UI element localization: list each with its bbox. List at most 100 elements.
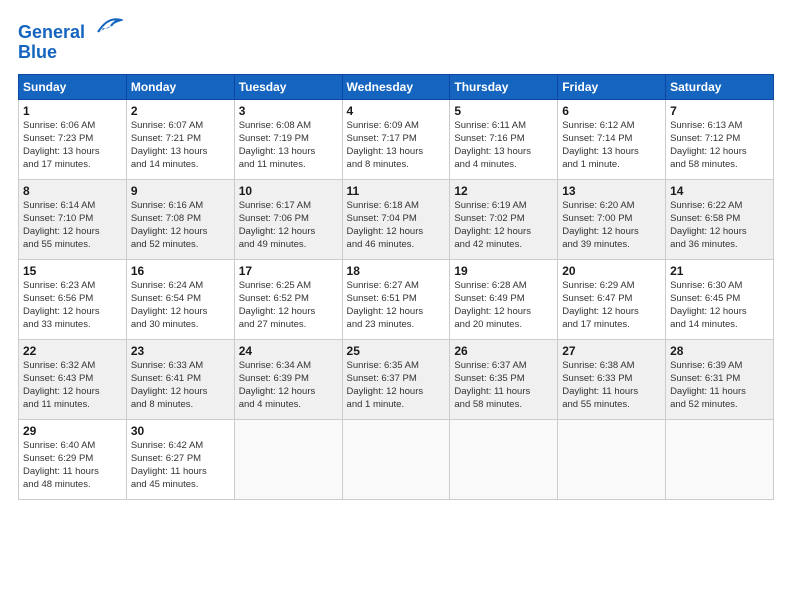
- day-cell-29: 29 Sunrise: 6:40 AM Sunset: 6:29 PM Dayli…: [19, 420, 127, 500]
- day-info-16: Sunrise: 6:24 AM Sunset: 6:54 PM Dayligh…: [131, 280, 230, 331]
- day-info-14: Sunrise: 6:22 AM Sunset: 6:58 PM Dayligh…: [670, 200, 769, 251]
- day-cell-13: 13 Sunrise: 6:20 AM Sunset: 7:00 PM Dayli…: [558, 180, 666, 260]
- day-cell-21: 21 Sunrise: 6:30 AM Sunset: 6:45 PM Dayli…: [666, 260, 774, 340]
- empty-cell: [234, 420, 342, 500]
- col-monday: Monday: [126, 75, 234, 100]
- logo-general: General: [18, 22, 85, 42]
- day-cell-27: 27 Sunrise: 6:38 AM Sunset: 6:33 PM Dayli…: [558, 340, 666, 420]
- day-info-4: Sunrise: 6:09 AM Sunset: 7:17 PM Dayligh…: [347, 120, 446, 171]
- day-number-25: 25: [347, 344, 446, 358]
- week-row-5: 29 Sunrise: 6:40 AM Sunset: 6:29 PM Dayli…: [19, 420, 774, 500]
- day-info-28: Sunrise: 6:39 AM Sunset: 6:31 PM Dayligh…: [670, 360, 769, 411]
- col-saturday: Saturday: [666, 75, 774, 100]
- day-cell-2: 2 Sunrise: 6:07 AM Sunset: 7:21 PM Daylig…: [126, 100, 234, 180]
- col-friday: Friday: [558, 75, 666, 100]
- day-number-29: 29: [23, 424, 122, 438]
- day-cell-15: 15 Sunrise: 6:23 AM Sunset: 6:56 PM Dayli…: [19, 260, 127, 340]
- day-cell-14: 14Sunrise: 6:22 AM Sunset: 6:58 PM Dayli…: [666, 180, 774, 260]
- day-number-16: 16: [131, 264, 230, 278]
- day-cell-19: 19 Sunrise: 6:28 AM Sunset: 6:49 PM Dayli…: [450, 260, 558, 340]
- week-row-2: 8 Sunrise: 6:14 AM Sunset: 7:10 PM Daylig…: [19, 180, 774, 260]
- day-number-21: 21: [670, 264, 769, 278]
- day-number-19: 19: [454, 264, 553, 278]
- day-number-9: 9: [131, 184, 230, 198]
- day-number-13: 13: [562, 184, 661, 198]
- day-number-20: 20: [562, 264, 661, 278]
- day-cell-1: 1 Sunrise: 6:06 AM Sunset: 7:23 PM Daylig…: [19, 100, 127, 180]
- day-cell-11: 11 Sunrise: 6:18 AM Sunset: 7:04 PM Dayli…: [342, 180, 450, 260]
- day-cell-24: 24Sunrise: 6:34 AM Sunset: 6:39 PM Dayli…: [234, 340, 342, 420]
- day-cell-22: 22 Sunrise: 6:32 AM Sunset: 6:43 PM Dayli…: [19, 340, 127, 420]
- day-info-2: Sunrise: 6:07 AM Sunset: 7:21 PM Dayligh…: [131, 120, 230, 171]
- day-number-27: 27: [562, 344, 661, 358]
- day-info-20: Sunrise: 6:29 AM Sunset: 6:47 PM Dayligh…: [562, 280, 661, 331]
- day-info-21: Sunrise: 6:30 AM Sunset: 6:45 PM Dayligh…: [670, 280, 769, 331]
- day-info-5: Sunrise: 6:11 AM Sunset: 7:16 PM Dayligh…: [454, 120, 553, 171]
- day-number-4: 4: [347, 104, 446, 118]
- day-number-11: 11: [347, 184, 446, 198]
- day-info-17: Sunrise: 6:25 AM Sunset: 6:52 PM Dayligh…: [239, 280, 338, 331]
- day-info-6: Sunrise: 6:12 AM Sunset: 7:14 PM Dayligh…: [562, 120, 661, 171]
- day-info-23: Sunrise: 6:33 AM Sunset: 6:41 PM Dayligh…: [131, 360, 230, 411]
- day-cell-30: 30 Sunrise: 6:42 AM Sunset: 6:27 PM Dayli…: [126, 420, 234, 500]
- day-cell-26: 26 Sunrise: 6:37 AM Sunset: 6:35 PM Dayli…: [450, 340, 558, 420]
- day-number-12: 12: [454, 184, 553, 198]
- day-number-1: 1: [23, 104, 122, 118]
- day-number-2: 2: [131, 104, 230, 118]
- day-number-7: 7: [670, 104, 769, 118]
- day-info-10: Sunrise: 6:17 AM Sunset: 7:06 PM Dayligh…: [239, 200, 338, 251]
- day-info-11: Sunrise: 6:18 AM Sunset: 7:04 PM Dayligh…: [347, 200, 446, 251]
- calendar-table: Sunday Monday Tuesday Wednesday Thursday…: [18, 74, 774, 500]
- day-number-30: 30: [131, 424, 230, 438]
- day-cell-4: 4 Sunrise: 6:09 AM Sunset: 7:17 PM Daylig…: [342, 100, 450, 180]
- day-number-3: 3: [239, 104, 338, 118]
- empty-cell: [558, 420, 666, 500]
- day-info-29: Sunrise: 6:40 AM Sunset: 6:29 PM Dayligh…: [23, 440, 122, 491]
- logo-bird-icon: [93, 14, 123, 38]
- day-number-26: 26: [454, 344, 553, 358]
- day-info-3: Sunrise: 6:08 AM Sunset: 7:19 PM Dayligh…: [239, 120, 338, 171]
- header: General Blue: [18, 18, 774, 62]
- col-sunday: Sunday: [19, 75, 127, 100]
- day-info-15: Sunrise: 6:23 AM Sunset: 6:56 PM Dayligh…: [23, 280, 122, 331]
- day-info-30: Sunrise: 6:42 AM Sunset: 6:27 PM Dayligh…: [131, 440, 230, 491]
- week-row-4: 22 Sunrise: 6:32 AM Sunset: 6:43 PM Dayli…: [19, 340, 774, 420]
- day-cell-17: 17 Sunrise: 6:25 AM Sunset: 6:52 PM Dayli…: [234, 260, 342, 340]
- day-number-17: 17: [239, 264, 338, 278]
- day-number-23: 23: [131, 344, 230, 358]
- day-cell-25: 25 Sunrise: 6:35 AM Sunset: 6:37 PM Dayli…: [342, 340, 450, 420]
- day-cell-23: 23 Sunrise: 6:33 AM Sunset: 6:41 PM Dayli…: [126, 340, 234, 420]
- col-tuesday: Tuesday: [234, 75, 342, 100]
- day-info-8: Sunrise: 6:14 AM Sunset: 7:10 PM Dayligh…: [23, 200, 122, 251]
- day-number-22: 22: [23, 344, 122, 358]
- day-info-22: Sunrise: 6:32 AM Sunset: 6:43 PM Dayligh…: [23, 360, 122, 411]
- day-cell-16: 16 Sunrise: 6:24 AM Sunset: 6:54 PM Dayli…: [126, 260, 234, 340]
- day-cell-20: 20 Sunrise: 6:29 AM Sunset: 6:47 PM Dayli…: [558, 260, 666, 340]
- empty-cell: [342, 420, 450, 500]
- empty-cell: [666, 420, 774, 500]
- day-info-27: Sunrise: 6:38 AM Sunset: 6:33 PM Dayligh…: [562, 360, 661, 411]
- day-info-12: Sunrise: 6:19 AM Sunset: 7:02 PM Dayligh…: [454, 200, 553, 251]
- week-row-1: 1 Sunrise: 6:06 AM Sunset: 7:23 PM Daylig…: [19, 100, 774, 180]
- day-number-8: 8: [23, 184, 122, 198]
- day-info-26: Sunrise: 6:37 AM Sunset: 6:35 PM Dayligh…: [454, 360, 553, 411]
- day-info-19: Sunrise: 6:28 AM Sunset: 6:49 PM Dayligh…: [454, 280, 553, 331]
- day-info-9: Sunrise: 6:16 AM Sunset: 7:08 PM Dayligh…: [131, 200, 230, 251]
- day-cell-7: 7Sunrise: 6:13 AM Sunset: 7:12 PM Daylig…: [666, 100, 774, 180]
- day-info-1: Sunrise: 6:06 AM Sunset: 7:23 PM Dayligh…: [23, 120, 122, 171]
- day-cell-3: 3 Sunrise: 6:08 AM Sunset: 7:19 PM Daylig…: [234, 100, 342, 180]
- day-info-24: Sunrise: 6:34 AM Sunset: 6:39 PM Dayligh…: [239, 360, 338, 411]
- day-number-28: 28: [670, 344, 769, 358]
- day-cell-12: 12 Sunrise: 6:19 AM Sunset: 7:02 PM Dayli…: [450, 180, 558, 260]
- day-number-18: 18: [347, 264, 446, 278]
- calendar-header-row: Sunday Monday Tuesday Wednesday Thursday…: [19, 75, 774, 100]
- day-cell-10: 10Sunrise: 6:17 AM Sunset: 7:06 PM Dayli…: [234, 180, 342, 260]
- day-cell-8: 8 Sunrise: 6:14 AM Sunset: 7:10 PM Daylig…: [19, 180, 127, 260]
- day-cell-9: 9 Sunrise: 6:16 AM Sunset: 7:08 PM Daylig…: [126, 180, 234, 260]
- day-number-15: 15: [23, 264, 122, 278]
- logo: General Blue: [18, 18, 123, 62]
- day-info-13: Sunrise: 6:20 AM Sunset: 7:00 PM Dayligh…: [562, 200, 661, 251]
- day-number-5: 5: [454, 104, 553, 118]
- day-info-25: Sunrise: 6:35 AM Sunset: 6:37 PM Dayligh…: [347, 360, 446, 411]
- week-row-3: 15 Sunrise: 6:23 AM Sunset: 6:56 PM Dayli…: [19, 260, 774, 340]
